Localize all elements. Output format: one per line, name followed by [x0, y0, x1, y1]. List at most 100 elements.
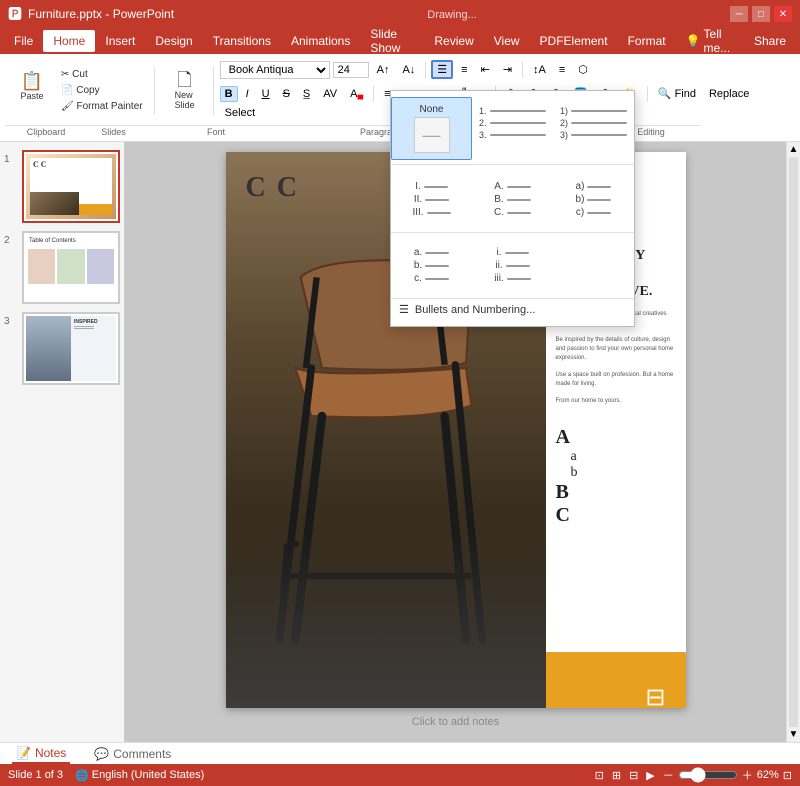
- alpha-A: A.: [492, 180, 532, 193]
- slide-number-3: 3: [4, 316, 10, 327]
- roman-i: i.: [495, 246, 531, 259]
- font-color-button[interactable]: A▄: [345, 86, 368, 102]
- bullets-numbering-button[interactable]: ☰ Bullets and Numbering...: [391, 298, 634, 320]
- bullet-list-button[interactable]: ☰: [431, 60, 453, 79]
- close-button[interactable]: ✕: [774, 6, 792, 22]
- num-period-preview: 1. 2. 3.: [477, 104, 548, 142]
- minimize-button[interactable]: ─: [730, 6, 748, 22]
- add-notes-area[interactable]: Click to add notes: [226, 712, 686, 732]
- zoom-out-button[interactable]: －: [663, 767, 674, 783]
- slide-title: C C: [246, 172, 299, 204]
- menu-home[interactable]: Home: [43, 30, 95, 52]
- zoom-slider[interactable]: [678, 767, 738, 783]
- title-text: Furniture.pptx - PowerPoint: [28, 7, 174, 21]
- font-label: Font: [141, 125, 291, 138]
- bullets-numbering-icon: ☰: [399, 303, 409, 316]
- slide-info: Slide 1 of 3: [8, 769, 63, 781]
- roman-lower-option[interactable]: i. ii. iii.: [474, 239, 551, 292]
- italic-button[interactable]: I: [241, 86, 254, 102]
- menu-animations[interactable]: Animations: [281, 30, 360, 52]
- notes-icon: 📝: [16, 746, 31, 760]
- view-reading-icon[interactable]: ⊟: [629, 769, 638, 782]
- view-normal-icon[interactable]: ⊡: [595, 769, 604, 782]
- format-painter-button[interactable]: 🖌 Format Painter: [56, 99, 148, 114]
- dropdown-none[interactable]: None —: [391, 97, 472, 160]
- menu-design[interactable]: Design: [145, 30, 202, 52]
- alpha-B: B.: [492, 193, 532, 206]
- view-slideshow-icon[interactable]: ▶: [646, 769, 654, 782]
- slides-label: Slides: [86, 125, 141, 138]
- menu-file[interactable]: File: [4, 30, 43, 52]
- maximize-button[interactable]: □: [752, 6, 770, 22]
- decrease-indent-button[interactable]: ⇤: [476, 61, 495, 78]
- roman-upper-option[interactable]: I. II. III.: [393, 173, 470, 226]
- dropdown-row2: I. II. III. A. B. C. a) b) c): [391, 169, 634, 230]
- zoom-control: － ＋ 62% ⊡: [663, 767, 792, 783]
- menu-review[interactable]: Review: [424, 30, 483, 52]
- paste-button[interactable]: 📋 Paste: [10, 67, 54, 106]
- align-text-button[interactable]: ≡: [554, 62, 570, 78]
- alpha-lower-option[interactable]: a. b. c.: [393, 239, 470, 292]
- alpha-paren-upper-option[interactable]: a) b) c): [555, 173, 632, 226]
- slide-thumb-2[interactable]: Table of Contents: [22, 231, 120, 304]
- menu-tell-me[interactable]: 💡Tell me...: [676, 30, 744, 52]
- dropdown-num-period[interactable]: 1. 2. 3.: [472, 97, 553, 160]
- font-size-input[interactable]: [333, 62, 369, 78]
- slide-letter-a-small: a: [571, 449, 676, 465]
- cut-button[interactable]: ✂ Cut: [56, 67, 148, 82]
- menu-view[interactable]: View: [484, 30, 530, 52]
- comments-tab[interactable]: 💬 Comments: [90, 745, 175, 763]
- scroll-up-button[interactable]: ▲: [787, 142, 800, 155]
- menu-transitions[interactable]: Transitions: [203, 30, 281, 52]
- menu-slideshow[interactable]: Slide Show: [360, 30, 424, 52]
- none-icon: —: [423, 125, 441, 146]
- numbered-list-button[interactable]: ≡: [456, 62, 472, 78]
- bold-button[interactable]: B: [220, 86, 238, 102]
- slide-thumb-3[interactable]: INSPIRED: [22, 312, 120, 385]
- alpha-c-paren: c): [574, 206, 613, 219]
- slide-letter-c-large: C: [556, 504, 676, 527]
- comments-label: Comments: [113, 747, 171, 761]
- shadow-button[interactable]: S̲: [298, 86, 315, 102]
- menu-share[interactable]: Share: [744, 30, 796, 52]
- zoom-in-button[interactable]: ＋: [742, 767, 753, 783]
- nump2: 2): [560, 118, 568, 128]
- dropdown-num-paren[interactable]: 1) 2) 3): [553, 97, 634, 160]
- dropdown-row3: a. b. c. i. ii. iii.: [391, 235, 634, 296]
- language-icon: 🌐: [75, 769, 89, 782]
- lower-a: a.: [412, 246, 451, 259]
- slides-group: 🗋 NewSlide: [157, 66, 214, 115]
- strikethrough-button[interactable]: S: [278, 86, 295, 102]
- copy-button[interactable]: 📄 Copy: [56, 83, 148, 98]
- slide-thumb-1[interactable]: C C: [22, 150, 120, 223]
- font-grow-button[interactable]: A↑: [372, 62, 395, 78]
- menu-pdfelement[interactable]: PDFElement: [530, 30, 618, 52]
- underline-button[interactable]: U: [257, 86, 275, 102]
- dropdown-alpha-upper: A. B. C.: [472, 169, 553, 230]
- fit-page-button[interactable]: ⊡: [783, 769, 792, 782]
- status-left: Slide 1 of 3 🌐 English (United States): [8, 769, 204, 782]
- notes-tab[interactable]: 📝 Notes: [12, 744, 70, 764]
- dropdown-divider1: [391, 164, 634, 165]
- increase-indent-button[interactable]: ⇥: [498, 61, 517, 78]
- language-label: English (United States): [92, 769, 205, 781]
- slide-number-1: 1: [4, 154, 10, 165]
- char-spacing-button[interactable]: AV: [318, 86, 342, 102]
- bullets-numbering-label: Bullets and Numbering...: [415, 304, 535, 316]
- new-slide-button[interactable]: 🗋 NewSlide: [163, 66, 207, 115]
- replace-button[interactable]: Replace: [704, 86, 754, 102]
- menu-format[interactable]: Format: [618, 30, 676, 52]
- smartart-button[interactable]: ⬡: [573, 61, 593, 78]
- font-family-select[interactable]: Book Antiqua: [220, 61, 330, 79]
- font-shrink-button[interactable]: A↓: [397, 62, 420, 78]
- text-dir-button[interactable]: ↕A: [528, 62, 551, 78]
- menu-insert[interactable]: Insert: [95, 30, 145, 52]
- find-button[interactable]: 🔍 Find: [653, 85, 701, 102]
- view-outline-icon[interactable]: ⊞: [612, 769, 621, 782]
- dropdown-alpha-lower: a. b. c.: [391, 235, 472, 296]
- dropdown-alpha-paren-upper: a) b) c): [553, 169, 634, 230]
- none-label: None: [420, 104, 444, 115]
- scroll-down-button[interactable]: ▼: [787, 729, 800, 742]
- select-button[interactable]: Select: [220, 105, 261, 121]
- alpha-upper-option[interactable]: A. B. C.: [474, 173, 551, 226]
